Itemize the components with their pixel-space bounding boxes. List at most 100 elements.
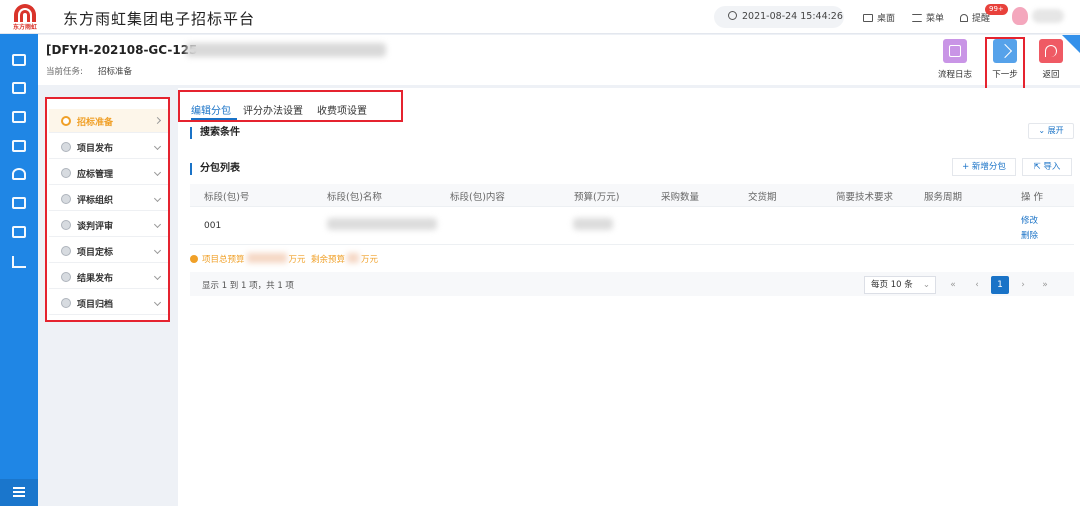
add-package-button[interactable]: + 新增分包 — [952, 158, 1016, 176]
chevron-down-icon — [153, 298, 162, 307]
step-item-negotiation[interactable]: 谈判评审 — [49, 213, 168, 237]
step-label: 项目发布 — [77, 144, 114, 154]
menu-label: 菜单 — [926, 14, 945, 24]
budget-remaining-label: 剩余预算 — [310, 255, 345, 265]
step-status-icon — [61, 194, 71, 204]
col-package-number: 标段(包)号 — [204, 192, 250, 203]
project-title-bar: [DFYH-202108-GC-125 当前任务: 招标准备 流程日志 下一步 … — [38, 35, 1080, 90]
step-status-icon — [61, 168, 71, 178]
budget-total-blurred — [246, 253, 287, 263]
step-status-icon — [61, 298, 71, 308]
chevron-down-icon — [153, 220, 162, 229]
col-tech-requirements: 简要技术要求 — [836, 192, 894, 203]
rail-chart-icon[interactable] — [12, 256, 26, 268]
pagination-bar — [190, 272, 1074, 296]
import-icon: ⇱ — [1033, 162, 1044, 172]
left-icon-rail — [0, 34, 38, 506]
top-header: 东方雨虹 东方雨虹集团电子招标平台 2021-08-24 15:44:26 桌面… — [0, 0, 1080, 34]
expand-search-button[interactable]: ⌄ 展开 — [1028, 123, 1074, 139]
rail-document-icon[interactable] — [12, 54, 26, 66]
row-divider — [190, 206, 1074, 207]
logo-arch-inner — [20, 10, 30, 22]
next-page-button[interactable]: › — [1014, 276, 1032, 294]
step-item-archive[interactable]: 项目归档 — [49, 291, 168, 315]
rail-monitor-icon[interactable] — [12, 226, 26, 238]
corner-expand-icon[interactable] — [1062, 35, 1080, 53]
workflow-step-nav: 招标准备 项目发布 应标管理 评标组织 谈判评审 项目定标 结果发布 项目归档 — [45, 97, 170, 322]
rail-server-icon[interactable] — [12, 197, 26, 209]
step-item-award[interactable]: 项目定标 — [49, 239, 168, 263]
first-page-button[interactable]: « — [944, 276, 962, 294]
rail-collapse-button[interactable] — [0, 479, 38, 506]
menu-icon — [912, 14, 922, 22]
rail-notes-icon[interactable] — [12, 140, 26, 152]
current-task-value: 招标准备 — [98, 67, 133, 77]
budget-remaining-blurred — [346, 253, 359, 263]
step-item-result[interactable]: 结果发布 — [49, 265, 168, 289]
import-button[interactable]: ⇱ 导入 — [1022, 158, 1072, 176]
step-item-prepare[interactable]: 招标准备 — [49, 109, 168, 133]
user-avatar[interactable] — [1012, 7, 1028, 25]
budget-remaining-unit: 万元 — [360, 255, 378, 265]
tab-fee-settings[interactable]: 收费项设置 — [317, 102, 367, 117]
step-status-icon — [61, 142, 71, 152]
desktop-link[interactable]: 桌面 — [863, 11, 895, 24]
step-label: 项目归档 — [77, 300, 114, 310]
chevron-down-icon — [153, 194, 162, 203]
chevron-down-icon — [153, 142, 162, 151]
menu-link[interactable]: 菜单 — [912, 11, 944, 24]
budget-summary: 项目总预算 万元 剩余预算 万元 — [190, 253, 378, 265]
step-item-evaluation-org[interactable]: 评标组织 — [49, 187, 168, 211]
col-delivery: 交货期 — [748, 192, 777, 203]
bell-icon — [960, 14, 968, 22]
project-code: [DFYH-202108-GC-125 — [46, 43, 198, 57]
import-label: 导入 — [1043, 162, 1061, 172]
rail-shield-icon[interactable] — [12, 168, 26, 180]
notify-badge: 99+ — [985, 4, 1008, 15]
add-package-label: 新增分包 — [971, 162, 1006, 172]
company-logo[interactable]: 东方雨虹 — [8, 3, 42, 31]
step-label: 项目定标 — [77, 248, 114, 258]
col-service-period: 服务周期 — [924, 192, 963, 203]
col-package-name: 标段(包)名称 — [327, 192, 382, 203]
step-item-bid-manage[interactable]: 应标管理 — [49, 161, 168, 185]
logo-text: 东方雨虹 — [12, 24, 37, 31]
col-quantity: 采购数量 — [661, 192, 700, 203]
current-page-button[interactable]: 1 — [991, 276, 1009, 294]
row-divider — [190, 244, 1074, 245]
edit-row-link[interactable]: 修改 — [1021, 214, 1038, 226]
project-name-blurred — [186, 43, 386, 57]
step-label: 评标组织 — [77, 196, 114, 206]
tab-scoring-method[interactable]: 评分办法设置 — [243, 102, 303, 117]
expand-label: 展开 — [1047, 126, 1064, 135]
per-page-value: 每页 10 条 — [871, 280, 913, 290]
step-item-publish[interactable]: 项目发布 — [49, 135, 168, 159]
user-name-blurred[interactable] — [1032, 9, 1064, 23]
active-tab-indicator — [191, 118, 237, 120]
budget-total-label: 项目总预算 — [202, 255, 245, 265]
pagination-summary: 显示 1 到 1 项，共 1 项 — [202, 281, 294, 291]
per-page-select[interactable]: 每页 10 条 ⌄ — [864, 276, 936, 294]
delete-row-link[interactable]: 删除 — [1021, 229, 1038, 241]
step-status-icon — [61, 246, 71, 256]
tab-edit-package[interactable]: 编辑分包 — [191, 102, 231, 117]
rail-folder-icon[interactable] — [12, 111, 26, 123]
step-label: 应标管理 — [77, 170, 114, 180]
desktop-icon — [863, 14, 873, 22]
cell-package-name-blurred — [327, 218, 437, 230]
hamburger-icon — [13, 487, 25, 497]
info-dot-icon — [190, 255, 198, 263]
prev-page-button[interactable]: ‹ — [968, 276, 986, 294]
last-page-button[interactable]: » — [1036, 276, 1054, 294]
back-label: 返回 — [1042, 70, 1060, 80]
datetime-display: 2021-08-24 15:44:26 — [714, 6, 844, 28]
budget-total-unit: 万元 — [288, 255, 306, 265]
step-status-icon — [61, 116, 71, 126]
process-log-button[interactable]: 流程日志 — [935, 39, 975, 80]
search-section-title: 搜索条件 — [190, 127, 240, 139]
rail-list-icon[interactable] — [12, 82, 26, 94]
main-content: 编辑分包 评分办法设置 收费项设置 搜索条件 ⌄ 展开 分包列表 + 新增分包 … — [178, 88, 1080, 506]
app-title: 东方雨虹集团电子招标平台 — [63, 10, 256, 28]
log-icon — [943, 39, 967, 63]
package-list-title: 分包列表 — [190, 163, 240, 175]
